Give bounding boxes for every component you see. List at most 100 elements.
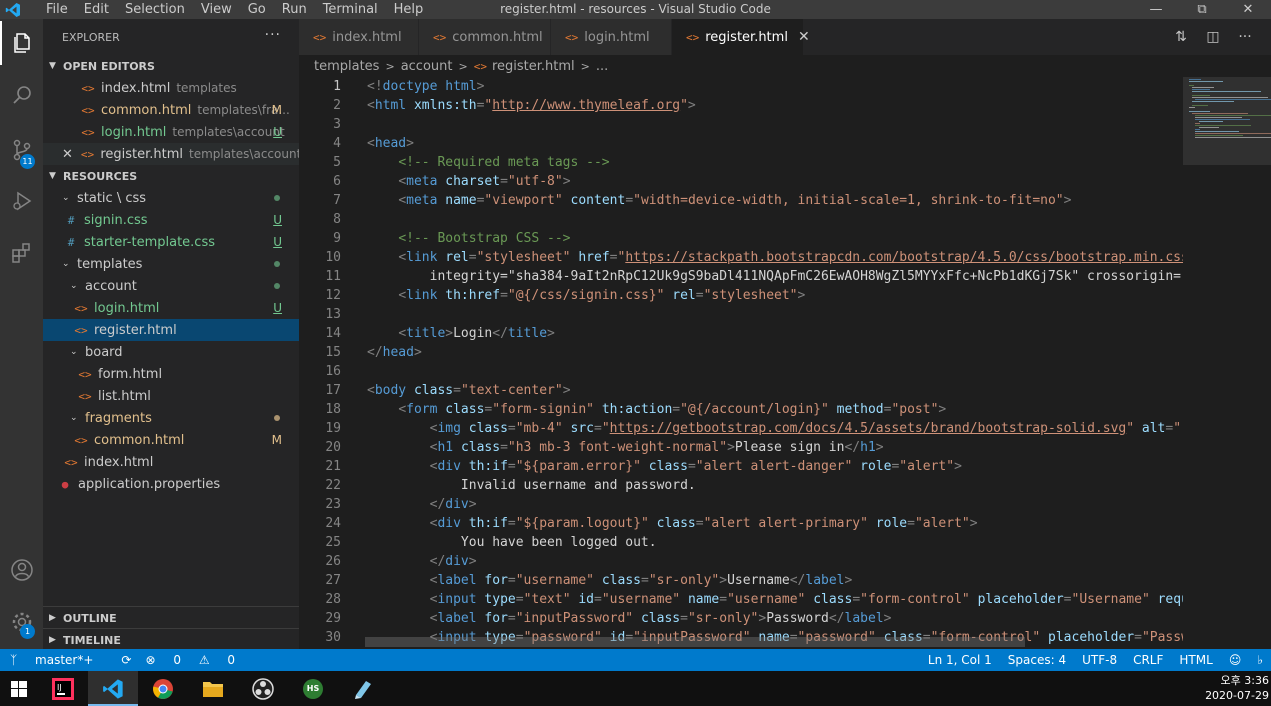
- indentation[interactable]: Spaces: 4: [1008, 653, 1066, 667]
- tree-file-application-properties[interactable]: ● application.properties: [43, 473, 299, 495]
- open-editor-index[interactable]: <> index.html templates: [43, 77, 299, 99]
- manage-gear-icon[interactable]: 1: [0, 600, 43, 644]
- vscode-taskbar-icon[interactable]: [88, 671, 138, 706]
- code-line[interactable]: 19 <img class="mb-4" src="https://getboo…: [299, 419, 1183, 438]
- code-line[interactable]: 21 <div th:if="${param.error}" class="al…: [299, 457, 1183, 476]
- resources-section[interactable]: ▼ RESOURCES: [43, 165, 299, 187]
- run-debug-icon[interactable]: [0, 179, 43, 223]
- tree-folder-fragments[interactable]: ⌄ fragments: [43, 407, 299, 429]
- code-line[interactable]: 14 <title>Login</title>: [299, 324, 1183, 343]
- breadcrumb-file[interactable]: register.html: [492, 59, 575, 74]
- tree-file-starter-template[interactable]: # starter-template.css U: [43, 231, 299, 253]
- code-line[interactable]: 2 <html xmlns:th="http://www.thymeleaf.or…: [299, 96, 1183, 115]
- menu-go[interactable]: Go: [240, 3, 274, 16]
- maximize-icon[interactable]: ⧉: [1179, 0, 1225, 19]
- code-editor[interactable]: 1 <!doctype html> 2 <html xmlns:th="http://…: [299, 77, 1183, 649]
- feedback-icon[interactable]: ☺: [1229, 653, 1242, 667]
- code-line[interactable]: 4 <head>: [299, 134, 1183, 153]
- extensions-icon[interactable]: [0, 231, 43, 275]
- open-editor-register[interactable]: ✕ <> register.html templates\account: [43, 143, 299, 165]
- tree-file-register[interactable]: <> register.html: [43, 319, 299, 341]
- tree-file-signin[interactable]: # signin.css U: [43, 209, 299, 231]
- code-line[interactable]: 17 <body class="text-center">: [299, 381, 1183, 400]
- end-of-line[interactable]: CRLF: [1133, 653, 1163, 667]
- close-window-icon[interactable]: ✕: [1225, 0, 1271, 19]
- tree-folder-account[interactable]: ⌄ account: [43, 275, 299, 297]
- tree-file-list[interactable]: <> list.html: [43, 385, 299, 407]
- more-actions-icon[interactable]: ···: [1229, 29, 1261, 45]
- code-line[interactable]: 26 </div>: [299, 552, 1183, 571]
- tab-login-html[interactable]: <> login.html: [551, 19, 672, 55]
- outline-section[interactable]: ▶ OUTLINE: [43, 607, 299, 629]
- code-line[interactable]: 23 </div>: [299, 495, 1183, 514]
- code-line[interactable]: 29 <label for="inputPassword" class="sr-…: [299, 609, 1183, 628]
- search-icon[interactable]: [0, 73, 43, 117]
- tree-folder-templates[interactable]: ⌄ templates: [43, 253, 299, 275]
- tree-folder-static-css[interactable]: ⌄ static \ css: [43, 187, 299, 209]
- obs-icon[interactable]: [238, 671, 288, 706]
- close-tab-icon[interactable]: ✕: [798, 29, 810, 45]
- file-explorer-icon[interactable]: [188, 671, 238, 706]
- tree-file-form[interactable]: <> form.html: [43, 363, 299, 385]
- branch-status[interactable]: ᛉ master*+: [10, 653, 107, 667]
- chrome-icon[interactable]: [138, 671, 188, 706]
- code-line[interactable]: 10 <link rel="stylesheet" href="https://…: [299, 248, 1183, 267]
- sync-icon[interactable]: ⟳: [121, 653, 131, 667]
- hs-app-icon[interactable]: HS: [288, 671, 338, 706]
- menu-run[interactable]: Run: [274, 3, 315, 16]
- code-line[interactable]: 22 Invalid username and password.: [299, 476, 1183, 495]
- code-line[interactable]: 25 You have been logged out.: [299, 533, 1183, 552]
- menu-file[interactable]: File: [38, 3, 76, 16]
- cursor-position[interactable]: Ln 1, Col 1: [928, 653, 992, 667]
- timeline-section[interactable]: ▶ TIMELINE: [43, 629, 299, 651]
- menu-terminal[interactable]: Terminal: [315, 3, 386, 16]
- menu-help[interactable]: Help: [386, 3, 432, 16]
- horizontal-scrollbar[interactable]: [365, 637, 1025, 647]
- code-line[interactable]: 20 <h1 class="h3 mb-3 font-weight-normal…: [299, 438, 1183, 457]
- open-editors-section[interactable]: ▼ OPEN EDITORS: [43, 55, 299, 77]
- close-editor-icon[interactable]: ✕: [62, 147, 80, 162]
- menu-edit[interactable]: Edit: [76, 3, 117, 16]
- menu-selection[interactable]: Selection: [117, 3, 193, 16]
- tree-file-common[interactable]: <> common.html M: [43, 429, 299, 451]
- code-line[interactable]: 5 <!-- Required meta tags -->: [299, 153, 1183, 172]
- language-mode[interactable]: HTML: [1179, 653, 1212, 667]
- code-line[interactable]: 16: [299, 362, 1183, 381]
- open-editor-login[interactable]: <> login.html templates\account U: [43, 121, 299, 143]
- open-changes-icon[interactable]: ⇅: [1165, 29, 1197, 45]
- tab-index-html[interactable]: <> index.html: [299, 19, 419, 55]
- tree-file-login[interactable]: <> login.html U: [43, 297, 299, 319]
- open-editor-common[interactable]: <> common.html templates\fra... M: [43, 99, 299, 121]
- code-line[interactable]: 11 integrity="sha384-9aIt2nRpC12Uk9gS9ba…: [299, 267, 1183, 286]
- tab-register-html[interactable]: <> register.html ✕: [672, 19, 810, 55]
- tree-file-index[interactable]: <> index.html: [43, 451, 299, 473]
- code-line[interactable]: 15 </head>: [299, 343, 1183, 362]
- windows-start-icon[interactable]: [0, 671, 38, 706]
- system-clock[interactable]: 오후 3:36 2020-07-29: [1199, 673, 1269, 703]
- code-line[interactable]: 13: [299, 305, 1183, 324]
- explorer-icon[interactable]: [0, 21, 43, 65]
- code-line[interactable]: 9 <!-- Bootstrap CSS -->: [299, 229, 1183, 248]
- notifications-bell-icon[interactable]: ♭: [1257, 653, 1263, 667]
- code-line[interactable]: 28 <input type="text" id="username" name…: [299, 590, 1183, 609]
- menu-view[interactable]: View: [193, 3, 240, 16]
- code-line[interactable]: 27 <label for="username" class="sr-only"…: [299, 571, 1183, 590]
- split-editor-icon[interactable]: ◫: [1197, 29, 1229, 45]
- minimap[interactable]: [1183, 77, 1271, 649]
- code-line[interactable]: 6 <meta charset="utf-8">: [299, 172, 1183, 191]
- tab-common-html[interactable]: <> common.html: [419, 19, 551, 55]
- code-line[interactable]: 18 <form class="form-signin" th:action="…: [299, 400, 1183, 419]
- breadcrumb-account[interactable]: account: [401, 59, 453, 74]
- minimize-icon[interactable]: —: [1133, 0, 1179, 19]
- intellij-icon[interactable]: IJ: [38, 671, 88, 706]
- code-line[interactable]: 1 <!doctype html>: [299, 77, 1183, 96]
- more-actions-icon[interactable]: ···: [265, 27, 281, 43]
- source-control-icon[interactable]: 11: [0, 128, 43, 172]
- breadcrumb-templates[interactable]: templates: [314, 59, 379, 74]
- problems-status[interactable]: ⊗ 0 ⚠ 0: [145, 653, 249, 667]
- notepad-icon[interactable]: [338, 671, 388, 706]
- code-line[interactable]: 24 <div th:if="${param.logout}" class="a…: [299, 514, 1183, 533]
- code-line[interactable]: 12 <link th:href="@{/css/signin.css}" re…: [299, 286, 1183, 305]
- encoding[interactable]: UTF-8: [1082, 653, 1117, 667]
- code-line[interactable]: 7 <meta name="viewport" content="width=d…: [299, 191, 1183, 210]
